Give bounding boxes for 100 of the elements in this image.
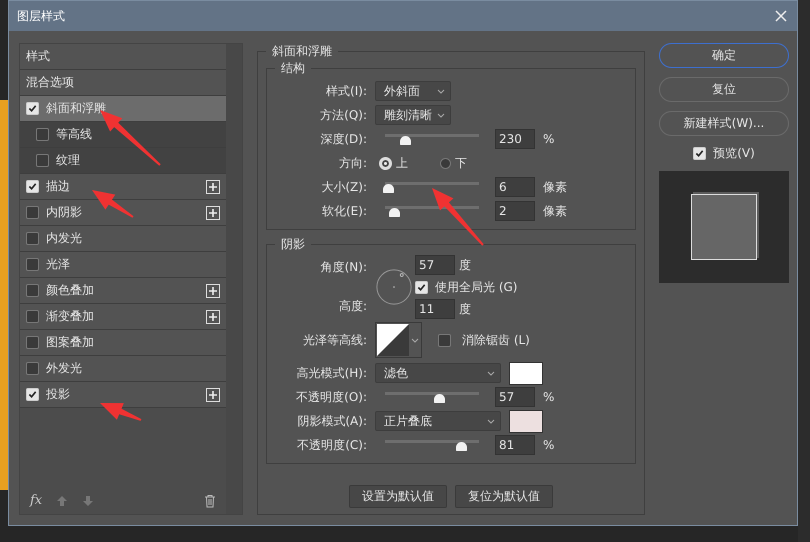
checkbox[interactable] (415, 280, 428, 294)
unit-label: 度 (459, 256, 471, 274)
checkbox[interactable] (26, 310, 39, 323)
default-button[interactable]: 设置为默认值 (349, 485, 447, 508)
item-label: 内阴影 (46, 204, 83, 221)
number-field[interactable]: 2 (495, 201, 535, 221)
annotation-arrow (92, 190, 134, 218)
field-label: 方向: (338, 154, 368, 172)
number-field[interactable]: 6 (495, 177, 535, 197)
dropdown[interactable]: 外斜面 (375, 81, 451, 101)
item-label: 描边 (46, 178, 71, 195)
number-field[interactable]: 57 (415, 255, 455, 275)
number-field[interactable]: 57 (495, 387, 535, 407)
field-label: 样式(I): (325, 82, 368, 100)
caret-icon (437, 112, 445, 118)
annotation-arrow (432, 188, 484, 246)
item-label: 等高线 (56, 126, 93, 143)
checkbox-label: 预览(V) (713, 145, 755, 162)
field-label: 光泽等高线: (302, 332, 368, 348)
scrollbar[interactable] (226, 44, 242, 514)
number-field[interactable]: 230 (495, 129, 535, 149)
list-item[interactable]: 颜色叠加 (20, 278, 226, 304)
item-label: 渐变叠加 (46, 308, 95, 325)
list-item[interactable]: 投影 (20, 382, 226, 408)
item-label: 光泽 (46, 256, 71, 273)
add-icon[interactable] (206, 388, 220, 402)
list-item[interactable]: 描边 (20, 174, 226, 200)
checkbox[interactable] (26, 336, 39, 349)
item-label: 纹理 (56, 152, 81, 169)
dropdown[interactable]: 滤色 (375, 363, 501, 383)
list-item[interactable]: 内阴影 (20, 200, 226, 226)
slider-thumb[interactable] (389, 208, 400, 217)
list-item[interactable]: 混合选项 (20, 70, 226, 96)
dialog-button[interactable]: 新建样式(W)... (659, 111, 789, 136)
dialog-button[interactable]: 确定 (659, 43, 789, 68)
caret-icon (437, 88, 445, 94)
radio-label: 下 (455, 154, 467, 172)
checkbox[interactable] (26, 180, 39, 193)
caret-icon (487, 370, 495, 376)
unit-label: % (543, 390, 554, 404)
field-label: 软化(E): (321, 202, 368, 220)
unit-label: 度 (459, 300, 471, 318)
field-label: 不透明度(C): (296, 436, 368, 454)
item-label: 内发光 (46, 230, 83, 247)
list-item[interactable]: 外发光 (20, 356, 226, 382)
item-label: 投影 (46, 386, 71, 403)
checkbox-label: 消除锯齿 (L) (462, 332, 530, 348)
color-swatch[interactable] (509, 410, 543, 432)
list-item[interactable]: 纹理 (20, 148, 226, 174)
list-item[interactable]: 等高线 (20, 122, 226, 148)
item-label: 颜色叠加 (46, 282, 95, 299)
number-field[interactable]: 11 (415, 299, 455, 319)
checkbox[interactable] (26, 388, 39, 401)
color-swatch[interactable] (509, 362, 543, 384)
contour-picker[interactable] (375, 322, 422, 358)
unit-label: 像素 (543, 202, 567, 220)
window-title: 图层样式 (17, 8, 66, 24)
group-title: 阴影 (280, 236, 306, 253)
annotation-arrow (100, 403, 142, 421)
checkbox[interactable] (693, 147, 706, 160)
number-field[interactable]: 81 (495, 435, 535, 455)
slider-thumb[interactable] (382, 184, 394, 193)
checkbox[interactable] (26, 102, 39, 115)
list-item[interactable]: 光泽 (20, 252, 226, 278)
checkbox[interactable] (26, 206, 39, 219)
add-icon[interactable] (206, 206, 220, 220)
add-icon[interactable] (206, 284, 220, 298)
trash-icon[interactable] (204, 494, 216, 508)
slider-thumb[interactable] (456, 442, 468, 451)
caret-icon (411, 338, 419, 342)
radio-button[interactable] (440, 158, 451, 168)
checkbox[interactable] (26, 232, 39, 245)
list-item[interactable]: 图案叠加 (20, 330, 226, 356)
field-label: 阴影模式(A): (296, 412, 368, 430)
checkbox[interactable] (26, 284, 39, 297)
field-label: 深度(D): (319, 130, 368, 148)
list-item[interactable]: 内发光 (20, 226, 226, 252)
field-label: 角度(N): (320, 259, 368, 276)
checkbox-label: 使用全局光 (G) (435, 278, 518, 296)
checkbox[interactable] (26, 362, 39, 375)
add-icon[interactable] (206, 180, 220, 194)
close-icon[interactable] (775, 10, 787, 22)
checkbox[interactable] (438, 334, 451, 346)
field-label: 大小(Z): (320, 178, 368, 196)
checkbox[interactable] (36, 128, 49, 141)
slider-thumb[interactable] (400, 136, 411, 145)
dropdown[interactable]: 正片叠底 (375, 411, 501, 431)
list-item[interactable]: 渐变叠加 (20, 304, 226, 330)
unit-label: % (543, 132, 554, 146)
checkbox[interactable] (36, 154, 49, 167)
checkbox[interactable] (26, 258, 39, 271)
add-icon[interactable] (206, 310, 220, 324)
field-label: 不透明度(O): (295, 388, 368, 406)
default-button[interactable]: 复位为默认值 (455, 485, 553, 508)
dropdown[interactable]: 雕刻清晰 (375, 105, 451, 125)
fx-button[interactable]: fx (30, 493, 42, 508)
item-label: 图案叠加 (46, 334, 95, 351)
dialog-button[interactable]: 复位 (659, 77, 789, 102)
field-label: 高光模式(H): (296, 364, 368, 382)
slider-thumb[interactable] (434, 394, 445, 403)
